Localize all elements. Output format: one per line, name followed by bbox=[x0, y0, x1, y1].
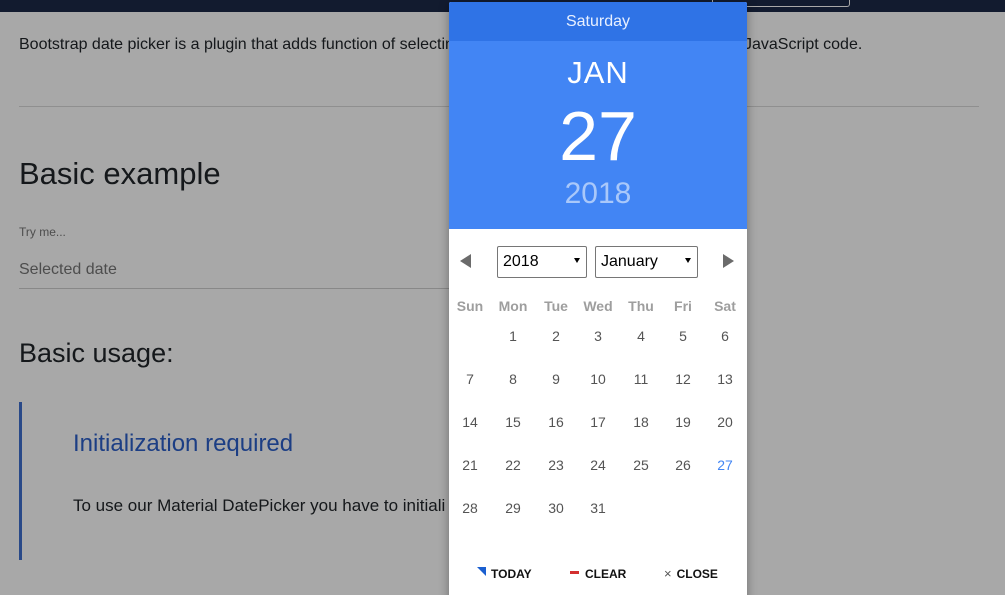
weekday-label: Fri bbox=[674, 298, 692, 314]
selected-weekday: Saturday bbox=[449, 2, 747, 41]
day-cell[interactable]: 29 bbox=[492, 495, 534, 521]
day-cell[interactable]: 28 bbox=[449, 495, 491, 521]
day-cell[interactable]: 11 bbox=[620, 366, 662, 392]
day-cell[interactable]: 5 bbox=[662, 323, 704, 349]
clear-button[interactable]: CLEAR bbox=[570, 566, 626, 582]
day-cell bbox=[449, 323, 491, 349]
today-label: TODAY bbox=[491, 567, 532, 581]
day-cell[interactable]: 3 bbox=[577, 323, 619, 349]
close-label: CLOSE bbox=[676, 567, 718, 581]
day-cell[interactable]: 25 bbox=[620, 452, 662, 478]
selected-date-header: JAN 27 2018 bbox=[449, 41, 747, 229]
year-select-value: 2018 bbox=[503, 253, 539, 270]
day-cell[interactable]: 7 bbox=[449, 366, 491, 392]
calendar-week: 21 22 23 24 25 26 27 bbox=[449, 449, 747, 492]
weekday-header-row: Sun Mon Tue Wed Thu Fri Sat bbox=[449, 292, 747, 320]
today-button[interactable]: TODAY bbox=[477, 566, 532, 582]
selected-month: JAN bbox=[567, 55, 629, 90]
day-cell[interactable]: 9 bbox=[535, 366, 577, 392]
month-select[interactable]: January bbox=[595, 246, 698, 278]
weekday-label: Tue bbox=[544, 298, 568, 314]
day-cell[interactable]: 10 bbox=[577, 366, 619, 392]
day-cell-selected[interactable]: 27 bbox=[704, 452, 746, 478]
close-button[interactable]: × CLOSE bbox=[664, 566, 718, 582]
day-cell[interactable]: 12 bbox=[662, 366, 704, 392]
weekday-label: Mon bbox=[498, 298, 528, 314]
chevron-right-icon[interactable] bbox=[722, 253, 736, 269]
weekday-label: Sat bbox=[714, 298, 736, 314]
selected-day: 27 bbox=[559, 97, 637, 175]
day-cell bbox=[704, 495, 746, 521]
day-cell[interactable]: 19 bbox=[662, 409, 704, 435]
calendar-week: 7 8 9 10 11 12 13 bbox=[449, 363, 747, 406]
calendar-grid: Sun Mon Tue Wed Thu Fri Sat 1 2 3 4 5 6 … bbox=[449, 292, 747, 535]
day-cell[interactable]: 26 bbox=[662, 452, 704, 478]
day-cell[interactable]: 20 bbox=[704, 409, 746, 435]
day-cell[interactable]: 13 bbox=[704, 366, 746, 392]
day-cell[interactable]: 23 bbox=[535, 452, 577, 478]
calendar-week: 14 15 16 17 18 19 20 bbox=[449, 406, 747, 449]
dropdown-arrow-icon bbox=[574, 258, 580, 263]
day-cell[interactable]: 6 bbox=[704, 323, 746, 349]
day-cell[interactable]: 2 bbox=[535, 323, 577, 349]
today-triangle-icon bbox=[477, 567, 486, 576]
day-cell[interactable]: 22 bbox=[492, 452, 534, 478]
calendar-week: 28 29 30 31 bbox=[449, 492, 747, 535]
day-cell[interactable]: 1 bbox=[492, 323, 534, 349]
close-x-icon: × bbox=[664, 566, 672, 581]
weekday-label: Thu bbox=[628, 298, 654, 314]
day-cell[interactable]: 31 bbox=[577, 495, 619, 521]
day-cell[interactable]: 21 bbox=[449, 452, 491, 478]
weekday-label: Sun bbox=[456, 298, 484, 314]
year-select[interactable]: 2018 bbox=[497, 246, 587, 278]
day-cell[interactable]: 17 bbox=[577, 409, 619, 435]
day-cell[interactable]: 16 bbox=[535, 409, 577, 435]
day-cell[interactable]: 8 bbox=[492, 366, 534, 392]
day-cell[interactable]: 30 bbox=[535, 495, 577, 521]
day-cell[interactable]: 4 bbox=[620, 323, 662, 349]
day-cell bbox=[620, 495, 662, 521]
weekday-label: Wed bbox=[583, 298, 613, 314]
day-cell bbox=[662, 495, 704, 521]
datepicker-dialog: Saturday JAN 27 2018 2018 January Sun Mo… bbox=[449, 2, 747, 595]
clear-dash-icon bbox=[570, 571, 579, 574]
month-select-value: January bbox=[601, 253, 658, 270]
dropdown-arrow-icon bbox=[685, 258, 691, 263]
day-cell[interactable]: 18 bbox=[620, 409, 662, 435]
day-cell[interactable]: 15 bbox=[492, 409, 534, 435]
datepicker-footer: TODAY CLEAR × CLOSE bbox=[449, 566, 747, 588]
day-cell[interactable]: 14 bbox=[449, 409, 491, 435]
day-cell[interactable]: 24 bbox=[577, 452, 619, 478]
chevron-left-icon[interactable] bbox=[458, 253, 472, 269]
clear-label: CLEAR bbox=[585, 567, 627, 581]
selected-year: 2018 bbox=[564, 177, 632, 210]
calendar-week: 1 2 3 4 5 6 bbox=[449, 320, 747, 363]
